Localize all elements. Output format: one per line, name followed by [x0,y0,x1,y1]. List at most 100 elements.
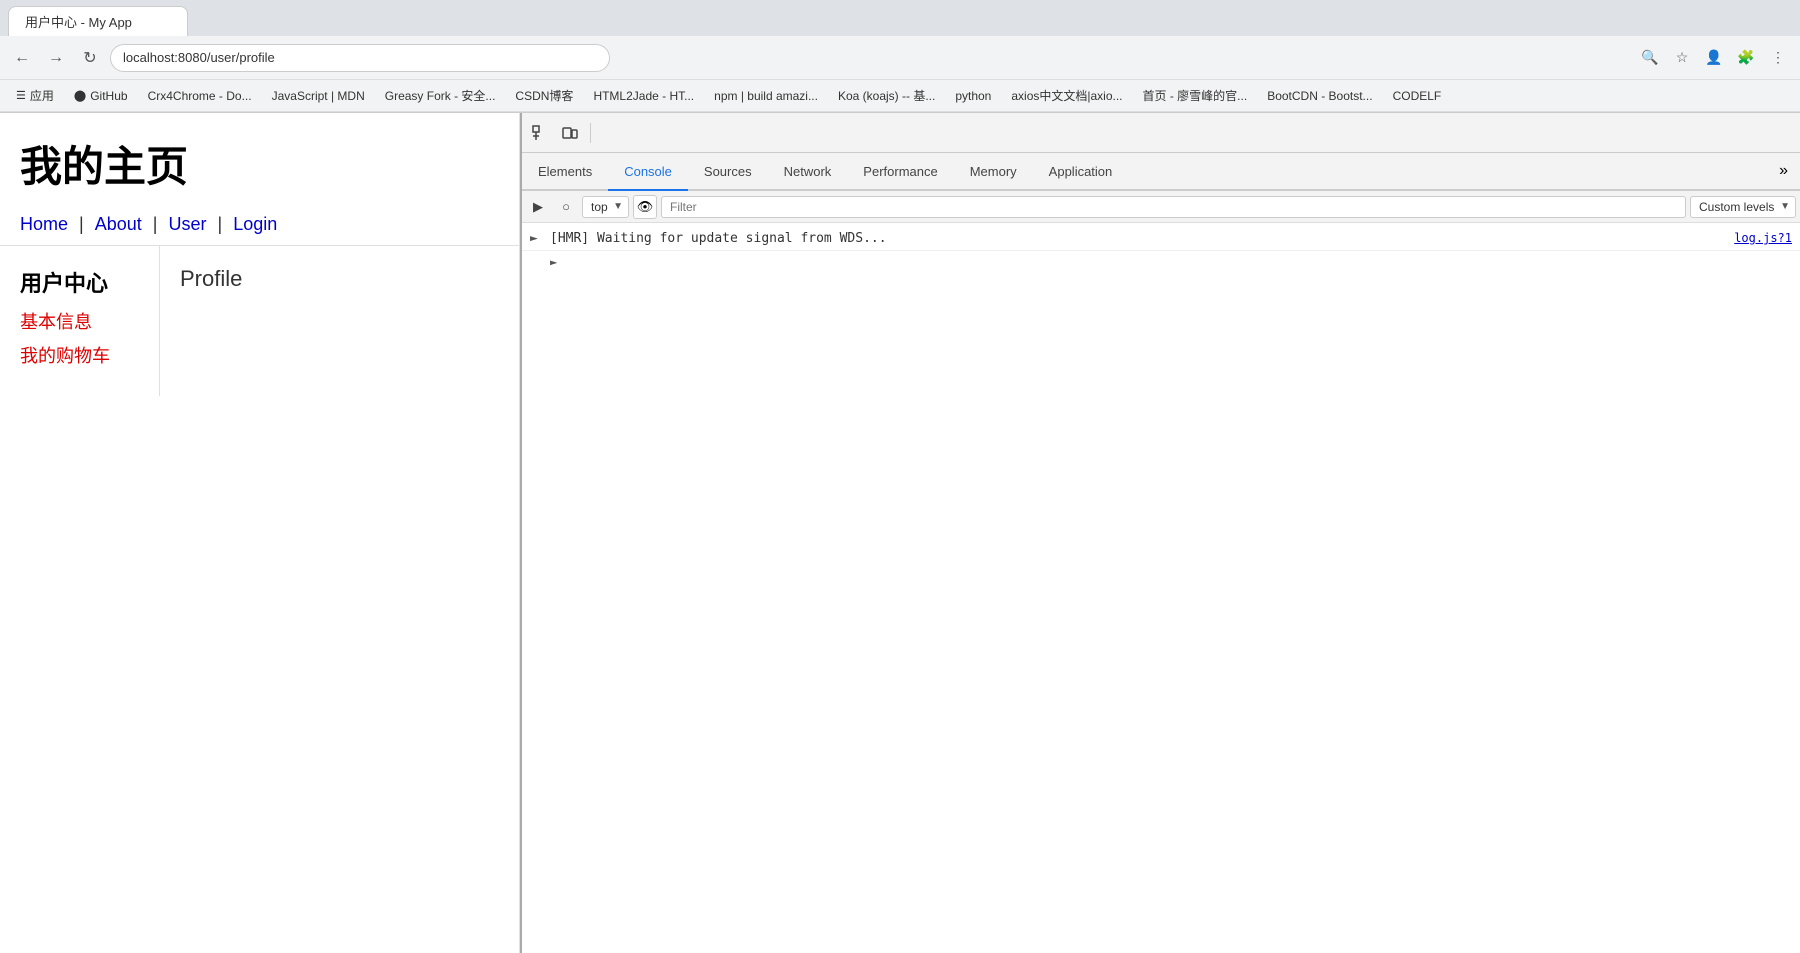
bookmark-label: Koa (koajs) -- 基... [838,87,935,104]
site-body: 用户中心 基本信息 我的购物车 Profile [0,246,519,396]
bookmark-codelf[interactable]: CODELF [1385,87,1450,105]
bookmark-label: python [955,89,991,103]
website-content: 我的主页 Home | About | User | Login 用户中心 基本… [0,113,520,953]
main-area: 我的主页 Home | About | User | Login 用户中心 基本… [0,113,1800,953]
bookmark-label: JavaScript | MDN [272,89,365,103]
console-clear-button[interactable]: ○ [554,195,578,219]
bookmark-apps[interactable]: ☰ 应用 [8,85,62,106]
site-header: 我的主页 [0,113,519,204]
apps-icon: ☰ [16,89,26,102]
console-log-file[interactable]: log.js?1 [1734,231,1792,245]
tab-elements-label: Elements [538,164,592,179]
console-expand-row: ► [522,251,1800,274]
tab-console-label: Console [624,164,672,179]
site-main: Profile [160,246,519,396]
bookmark-bootcdn[interactable]: BootCDN - Bootst... [1259,87,1380,105]
nav-separator-2: | [153,214,163,234]
bookmark-label: GitHub [90,89,127,103]
sidebar-title: 用户中心 [20,266,149,298]
bookmark-csdn[interactable]: CSDN博客 [507,85,581,106]
bookmark-label: HTML2Jade - HT... [593,89,694,103]
reload-button[interactable]: ↻ [76,44,104,72]
bookmark-label: Crx4Chrome - Do... [148,89,252,103]
bookmark-npm[interactable]: npm | build amazi... [706,87,826,105]
console-toolbar: ▶ ○ top ▼ 👁 Custom levels ▼ [522,191,1800,223]
tab-memory-label: Memory [970,164,1017,179]
devtools-tabs: Elements Console Sources Network Perform… [522,153,1800,191]
sidebar-link-profile[interactable]: 基本信息 [20,308,149,334]
browser-toolbar-icons: 🔍 ☆ 👤 🧩 ⋮ [1636,44,1792,72]
console-output: ► [HMR] Waiting for update signal from W… [522,223,1800,953]
device-toolbar-button[interactable] [556,119,584,147]
nav-separator-1: | [79,214,89,234]
tab-bar: 用户中心 - My App [0,0,1800,36]
tab-sources-label: Sources [704,164,752,179]
extensions-icon[interactable]: 🧩 [1732,44,1760,72]
bookmark-greasyfork[interactable]: Greasy Fork - 安全... [377,85,504,106]
custom-levels-wrapper: Custom levels ▼ [1690,196,1796,218]
bookmark-python[interactable]: python [947,87,999,105]
expand-arrow-icon[interactable]: ► [550,255,557,269]
settings-icon[interactable]: ⋮ [1764,44,1792,72]
tab-performance-label: Performance [863,164,937,179]
bookmark-label: axios中文文档|axio... [1011,87,1122,104]
browser-chrome: 用户中心 - My App ← → ↻ 🔍 ☆ 👤 🧩 ⋮ ☰ 应用 ⬤ Git… [0,0,1800,113]
tab-memory[interactable]: Memory [954,153,1033,191]
bookmark-liaoxuefeng[interactable]: 首页 - 廖雪峰的官... [1135,85,1256,106]
eye-button[interactable]: 👁 [633,195,657,219]
address-input[interactable] [110,44,610,72]
tab-elements[interactable]: Elements [522,153,608,191]
site-nav: Home | About | User | Login [0,204,519,246]
bookmark-axios[interactable]: axios中文文档|axio... [1003,85,1130,106]
bookmark-mdn[interactable]: JavaScript | MDN [264,87,373,105]
forward-button[interactable]: → [42,44,70,72]
more-tabs-button[interactable]: » [1767,153,1800,189]
nav-separator-3: | [218,214,228,234]
devtools-pane: Elements Console Sources Network Perform… [520,113,1800,953]
bookmark-label: CODELF [1393,89,1442,103]
console-log-message: [HMR] Waiting for update signal from WDS… [550,231,1734,246]
site-title: 我的主页 [20,133,499,194]
context-selector[interactable]: top [582,196,629,218]
sidebar-link-cart[interactable]: 我的购物车 [20,342,149,368]
nav-link-user[interactable]: User [168,214,206,234]
nav-link-home[interactable]: Home [20,214,68,234]
console-entry-expand-icon[interactable]: ► [530,231,550,246]
github-icon: ⬤ [74,89,86,102]
tab-console[interactable]: Console [608,153,688,191]
console-log-entry: ► [HMR] Waiting for update signal from W… [522,227,1800,251]
address-bar: ← → ↻ 🔍 ☆ 👤 🧩 ⋮ [0,36,1800,80]
tab-network[interactable]: Network [768,153,848,191]
console-run-button[interactable]: ▶ [526,195,550,219]
inspect-element-button[interactable] [526,119,554,147]
bookmark-label: BootCDN - Bootst... [1267,89,1372,103]
bookmark-github[interactable]: ⬤ GitHub [66,87,136,105]
bookmark-label: npm | build amazi... [714,89,818,103]
tab-title: 用户中心 - My App [25,12,132,31]
search-icon[interactable]: 🔍 [1636,44,1664,72]
nav-link-about[interactable]: About [95,214,142,234]
bookmark-label: Greasy Fork - 安全... [385,87,496,104]
dt-toolbar-separator [590,123,591,143]
tab-sources[interactable]: Sources [688,153,768,191]
bookmark-label: 应用 [30,87,54,104]
bookmark-star-icon[interactable]: ☆ [1668,44,1696,72]
nav-link-login[interactable]: Login [233,214,277,234]
tab-network-label: Network [784,164,832,179]
bookmark-label: CSDN博客 [515,87,573,104]
devtools-toolbar [522,113,1800,153]
custom-levels-selector[interactable]: Custom levels [1690,196,1796,218]
browser-tab[interactable]: 用户中心 - My App [8,6,188,36]
bookmark-crx4chrome[interactable]: Crx4Chrome - Do... [140,87,260,105]
back-button[interactable]: ← [8,44,36,72]
bookmark-html2jade[interactable]: HTML2Jade - HT... [585,87,702,105]
site-sidebar: 用户中心 基本信息 我的购物车 [0,246,160,396]
profile-icon[interactable]: 👤 [1700,44,1728,72]
bookmark-label: 首页 - 廖雪峰的官... [1143,87,1248,104]
console-filter-input[interactable] [661,196,1686,218]
bookmark-koa[interactable]: Koa (koajs) -- 基... [830,85,943,106]
tab-application-label: Application [1049,164,1113,179]
bookmarks-bar: ☰ 应用 ⬤ GitHub Crx4Chrome - Do... JavaScr… [0,80,1800,112]
tab-application[interactable]: Application [1033,153,1129,191]
tab-performance[interactable]: Performance [847,153,953,191]
